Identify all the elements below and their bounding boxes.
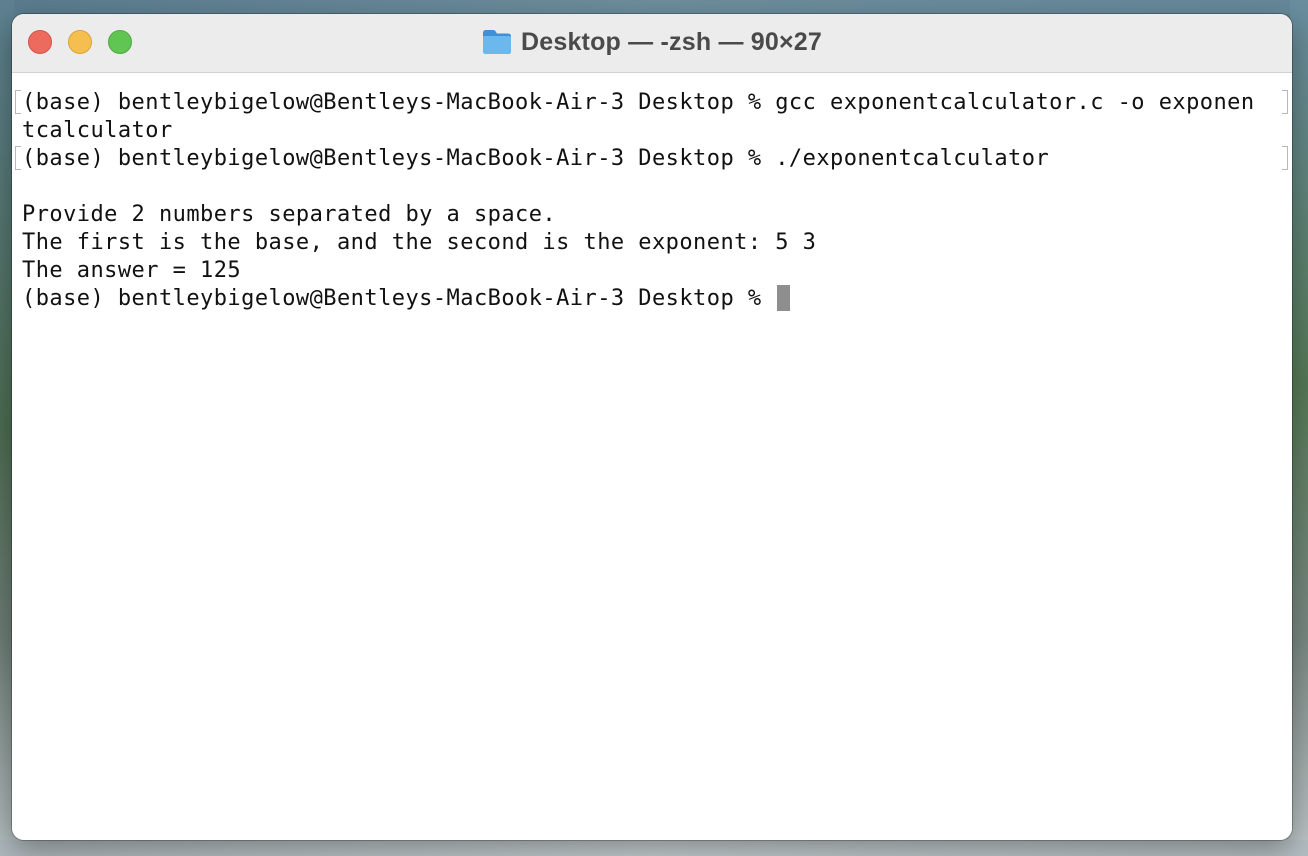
folder-icon [482, 29, 512, 55]
terminal-window: Desktop — -zsh — 90×27 (base) bentleybig… [12, 14, 1292, 840]
text-cursor [777, 285, 791, 311]
prompt-text: (base) bentleybigelow@Bentleys-MacBook-A… [22, 286, 776, 311]
terminal-line: Provide 2 numbers separated by a space. [22, 202, 557, 227]
desktop-wallpaper-right [1290, 0, 1308, 856]
desktop-wallpaper-bottom [0, 840, 1308, 856]
terminal-line: The answer = 125 [22, 258, 242, 283]
window-title: Desktop — -zsh — 90×27 [520, 27, 823, 56]
mark-bracket-left [15, 90, 21, 114]
mark-bracket-left [15, 146, 21, 170]
terminal-line: The first is the base, and the second is… [22, 230, 817, 255]
terminal-line: tcalculator [22, 118, 173, 143]
mark-bracket-right [1282, 146, 1288, 170]
window-title-group: Desktop — -zsh — 90×27 [12, 26, 1292, 58]
mark-bracket-right [1282, 90, 1288, 114]
terminal-line: (base) bentleybigelow@Bentleys-MacBook-A… [22, 90, 1255, 115]
title-bar[interactable]: Desktop — -zsh — 90×27 [12, 14, 1292, 73]
prompt-line[interactable]: (base) bentleybigelow@Bentleys-MacBook-A… [22, 285, 791, 313]
desktop-wallpaper-top [0, 0, 1308, 14]
terminal-output[interactable]: (base) bentleybigelow@Bentleys-MacBook-A… [12, 73, 1292, 840]
terminal-line: (base) bentleybigelow@Bentleys-MacBook-A… [22, 146, 1050, 171]
